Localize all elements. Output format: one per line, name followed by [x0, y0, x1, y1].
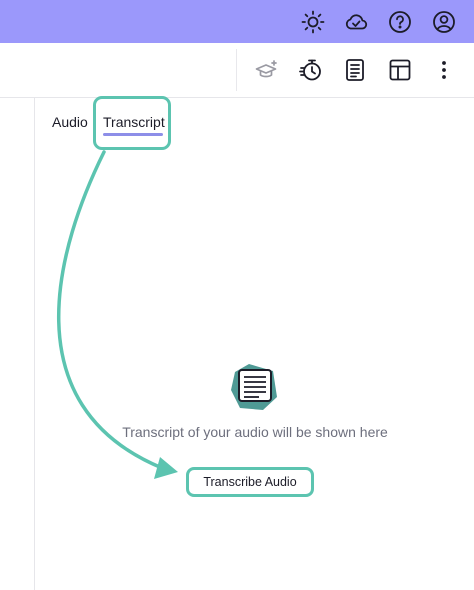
more-vertical-icon[interactable] — [431, 57, 457, 83]
empty-state-message: Transcript of your audio will be shown h… — [122, 424, 388, 440]
user-account-icon[interactable] — [431, 9, 457, 35]
tab-audio[interactable]: Audio — [52, 114, 88, 130]
cloud-check-icon[interactable] — [343, 9, 369, 35]
top-bar — [0, 0, 474, 43]
document-icon — [229, 362, 279, 412]
toolbar-divider — [236, 49, 237, 91]
transcribe-audio-button[interactable]: Transcribe Audio — [186, 467, 314, 497]
graduation-cap-icon[interactable] — [254, 57, 280, 83]
layout-icon[interactable] — [387, 57, 413, 83]
panel-divider — [34, 98, 35, 590]
sun-icon[interactable] — [300, 9, 326, 35]
document-icon[interactable] — [342, 57, 368, 83]
help-circle-icon[interactable] — [387, 9, 413, 35]
timer-icon[interactable] — [298, 57, 324, 83]
highlight-box-tab — [93, 96, 171, 150]
toolbar — [0, 43, 474, 98]
